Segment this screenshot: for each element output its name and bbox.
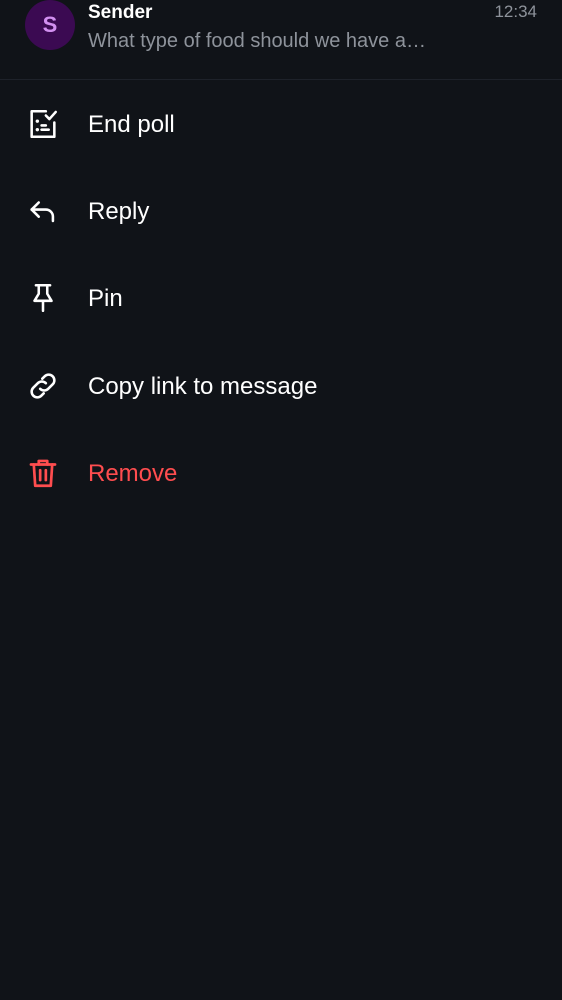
- pin-icon: [26, 281, 60, 315]
- message-preview: What type of food should we have a…: [88, 30, 426, 52]
- message-actions-screen: S Sender What type of food should we hav…: [0, 0, 562, 1000]
- remove-label: Remove: [88, 460, 178, 487]
- copy-link-item[interactable]: Copy link to message: [0, 343, 562, 430]
- reply-icon: [26, 194, 60, 228]
- trash-icon: [26, 456, 60, 490]
- end-poll-item[interactable]: End poll: [0, 81, 562, 168]
- link-icon: [26, 369, 60, 403]
- remove-item[interactable]: Remove: [0, 430, 562, 517]
- pin-item[interactable]: Pin: [0, 255, 562, 342]
- message-time: 12:34: [494, 2, 537, 21]
- reply-item[interactable]: Reply: [0, 168, 562, 255]
- copy-link-label: Copy link to message: [88, 373, 318, 400]
- reply-label: Reply: [88, 198, 150, 225]
- poll-end-icon: [26, 107, 60, 141]
- avatar: S: [25, 0, 75, 50]
- pin-label: Pin: [88, 285, 123, 312]
- message-header: S Sender What type of food should we hav…: [0, 0, 562, 80]
- end-poll-label: End poll: [88, 111, 175, 138]
- sender-name: Sender: [88, 2, 153, 23]
